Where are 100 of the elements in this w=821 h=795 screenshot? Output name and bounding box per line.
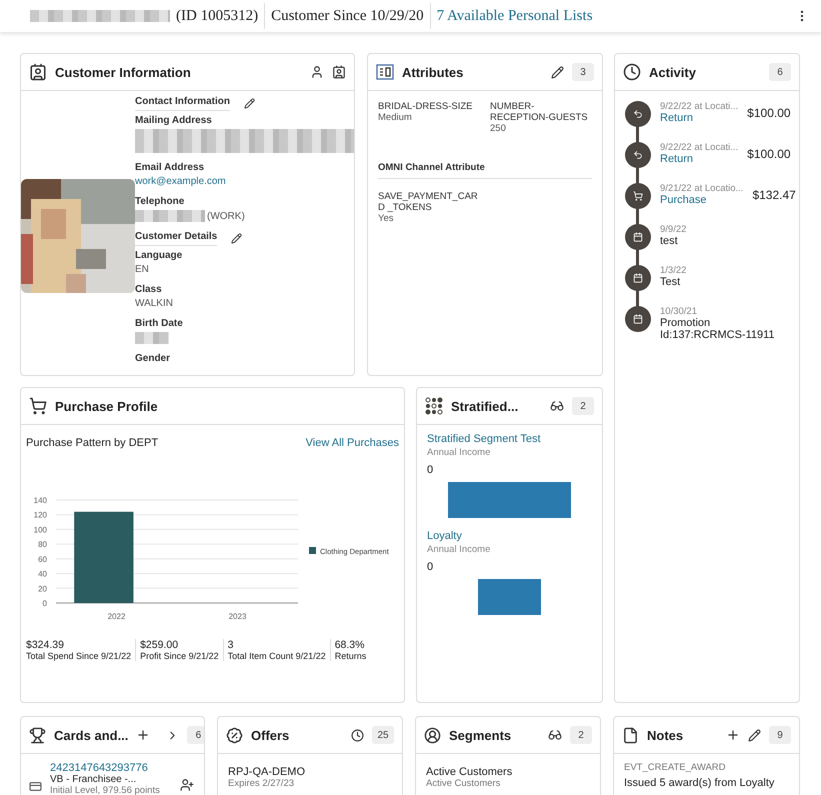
activity-date: 9/21/22 at Locatio... bbox=[660, 183, 744, 194]
stat-label: Total Spend Since 9/21/22 bbox=[26, 651, 132, 661]
activity-link[interactable]: Return bbox=[660, 153, 738, 165]
item-name: RPJ-QA-DEMO bbox=[228, 766, 306, 778]
attribute-name: NUMBER-RECEPTION-GUESTS bbox=[490, 101, 589, 123]
item-name: Active Customers bbox=[426, 766, 514, 778]
attribute-value: Yes bbox=[378, 213, 394, 224]
card-title: Activity bbox=[649, 64, 697, 80]
section-heading: Customer Details bbox=[135, 231, 218, 246]
attribute-name: SAVE_PAYMENT_CARD _TOKENS bbox=[378, 191, 479, 213]
glasses-icon[interactable] bbox=[550, 399, 564, 413]
person-icon bbox=[29, 63, 47, 81]
customer-id: (ID 1005312) bbox=[170, 3, 266, 29]
activity-amount: $100.00 bbox=[747, 147, 791, 161]
section-heading: Contact Information bbox=[135, 96, 230, 111]
section-heading: OMNI Channel Attribute bbox=[378, 162, 592, 179]
metric-label: Annual Income bbox=[427, 447, 492, 458]
clock-icon[interactable] bbox=[351, 728, 364, 742]
activity-date: 9/22/22 at Locati... bbox=[660, 142, 738, 153]
activity-link[interactable]: Return bbox=[660, 112, 738, 124]
axis-tick-label: 0 bbox=[42, 599, 47, 608]
field-value: EN bbox=[135, 264, 150, 275]
add-icon[interactable] bbox=[136, 728, 150, 742]
activity-title: test bbox=[660, 235, 679, 247]
count-badge: 3 bbox=[572, 63, 594, 81]
person-icon[interactable] bbox=[310, 65, 324, 79]
count-badge: 2 bbox=[572, 397, 594, 415]
stat-value: $324.39 bbox=[26, 639, 65, 651]
activity-date: 9/9/22 bbox=[660, 224, 688, 235]
field-label: Language bbox=[135, 250, 184, 261]
card-title: Purchase Profile bbox=[55, 398, 159, 414]
person-circle-icon bbox=[424, 726, 441, 744]
chart-title: Purchase Pattern by DEPT bbox=[26, 437, 158, 449]
axis-tick-label: 2022 bbox=[108, 612, 126, 621]
axis-tick-label: 60 bbox=[38, 554, 47, 564]
card-title: Offers bbox=[251, 728, 290, 742]
activity-date: 1/3/22 bbox=[660, 265, 688, 276]
note-type: EVT_CREATE_AWARD bbox=[624, 762, 727, 773]
count-badge: 6 bbox=[769, 63, 791, 81]
card-number-link[interactable]: 2423147643293776 bbox=[50, 762, 172, 774]
stat-label: Total Item Count 9/21/22 bbox=[228, 651, 326, 661]
card-title: Notes bbox=[647, 728, 684, 742]
attribute-value: 250 bbox=[490, 123, 507, 134]
card-title: Stratified... bbox=[451, 398, 520, 414]
card-icon bbox=[29, 780, 42, 793]
field-value: WALKIN bbox=[135, 298, 174, 309]
contact-card-icon[interactable] bbox=[332, 65, 346, 79]
stat-label: Returns bbox=[334, 651, 366, 661]
activity-amount: $100.00 bbox=[747, 106, 791, 120]
metric-value: 0 bbox=[427, 464, 434, 476]
activity-amount: $132.47 bbox=[752, 188, 796, 202]
segment-link[interactable]: Stratified Segment Test bbox=[427, 433, 592, 445]
blurred-text bbox=[135, 210, 205, 222]
activity-link[interactable]: Purchase bbox=[660, 194, 744, 206]
axis-tick-label: 2023 bbox=[228, 612, 246, 621]
axis-tick-label: 140 bbox=[34, 496, 47, 505]
metric-value: 0 bbox=[427, 561, 434, 573]
blurred-text bbox=[135, 332, 169, 344]
percent-badge-icon bbox=[226, 726, 243, 744]
dots-icon bbox=[425, 397, 443, 415]
count-badge: 6 bbox=[187, 726, 204, 744]
count-badge: 25 bbox=[372, 726, 394, 744]
attribute-value: Medium bbox=[378, 112, 413, 123]
glasses-icon[interactable] bbox=[548, 728, 562, 742]
personal-lists-link[interactable]: 7 Available Personal Lists bbox=[430, 3, 599, 29]
stat-value: 68.3% bbox=[334, 639, 366, 651]
add-icon[interactable] bbox=[726, 728, 740, 742]
note-text: Issued 5 award(s) from Loyalty bbox=[624, 777, 776, 789]
edit-icon[interactable] bbox=[748, 728, 761, 742]
legend-swatch bbox=[309, 547, 316, 554]
attributes-icon bbox=[376, 64, 394, 80]
email-link[interactable]: work@example.com bbox=[135, 176, 354, 187]
item-detail: Expires 2/27/23 bbox=[228, 778, 296, 789]
item-detail: Active Customers bbox=[426, 778, 502, 789]
activity-title: Promotion Id:137:RCRMCS-11911 bbox=[660, 317, 776, 341]
activity-title: Test bbox=[660, 276, 682, 288]
segment-link[interactable]: Loyalty bbox=[427, 530, 592, 542]
edit-icon[interactable] bbox=[231, 233, 242, 244]
field-value: (WORK) bbox=[207, 210, 245, 222]
count-badge: 2 bbox=[570, 726, 592, 744]
axis-tick-label: 20 bbox=[38, 584, 47, 594]
view-all-link[interactable]: View All Purchases bbox=[306, 437, 399, 449]
clock-icon bbox=[623, 63, 641, 81]
edit-icon[interactable] bbox=[244, 98, 255, 109]
stat-value: 3 bbox=[228, 639, 234, 651]
program-name: VB - Franchisee -... bbox=[50, 774, 138, 785]
field-label: Birth Date bbox=[135, 318, 184, 329]
field-label: Class bbox=[135, 284, 163, 295]
card-title: Customer Information bbox=[55, 64, 192, 80]
trophy-icon bbox=[29, 726, 46, 744]
edit-icon[interactable] bbox=[551, 66, 564, 78]
activity-date: 10/30/21 bbox=[660, 306, 698, 317]
card-title: Attributes bbox=[402, 64, 464, 80]
axis-tick-label: 120 bbox=[34, 510, 47, 520]
customer-since: Customer Since 10/29/20 bbox=[265, 3, 431, 29]
count-badge: 9 bbox=[769, 726, 791, 744]
activity-date: 9/22/22 at Locati... bbox=[660, 101, 738, 112]
add-user-icon[interactable] bbox=[180, 778, 194, 792]
card-title: Segments bbox=[449, 728, 512, 742]
stat-label: Profit Since 9/21/22 bbox=[140, 651, 219, 661]
